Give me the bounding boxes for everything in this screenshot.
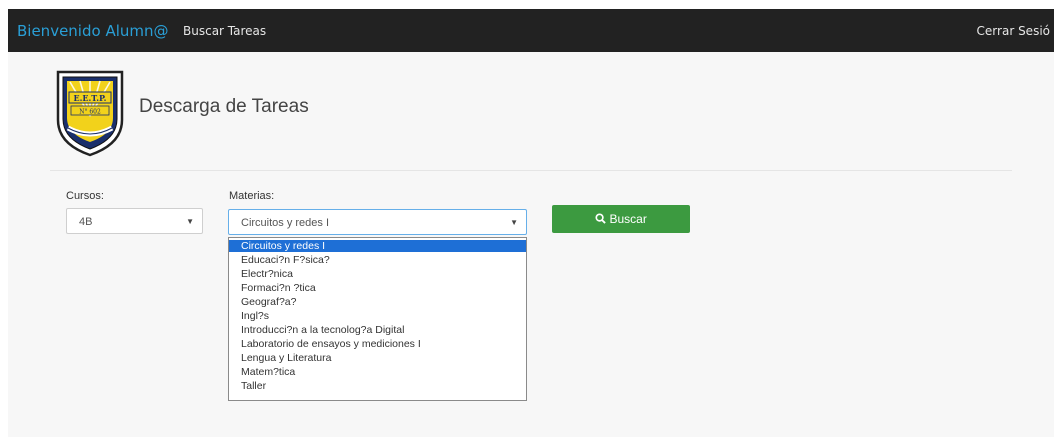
top-strip: [0, 0, 1054, 9]
main-content: E.E.T.P. N° 602 Descarga de Tareas Curso…: [8, 52, 1054, 437]
chevron-down-icon: ▼: [510, 218, 518, 227]
dropdown-option[interactable]: Geograf?a?: [229, 296, 526, 308]
materias-dropdown-list: Circuitos y redes I Educaci?n F?sica? El…: [228, 237, 527, 401]
dropdown-option[interactable]: Matem?tica: [229, 366, 526, 378]
logo-text-school: E.E.T.P.: [74, 93, 107, 103]
materias-label: Materias:: [229, 190, 275, 202]
divider: [50, 170, 1012, 171]
dropdown-option[interactable]: Taller: [229, 380, 526, 392]
search-icon: [595, 213, 606, 224]
search-button[interactable]: Buscar: [552, 205, 690, 233]
dropdown-option[interactable]: Circuitos y redes I: [229, 240, 526, 252]
page-title: Descarga de Tareas: [139, 96, 309, 117]
navbar: Bienvenido Alumn@ Buscar Tareas Cerrar S…: [8, 9, 1054, 52]
dropdown-option[interactable]: Electr?nica: [229, 268, 526, 280]
dropdown-option[interactable]: Introducci?n a la tecnolog?a Digital: [229, 324, 526, 336]
search-button-label: Buscar: [609, 212, 647, 226]
brand-link[interactable]: Bienvenido Alumn@: [17, 22, 169, 40]
materias-select[interactable]: Circuitos y redes I ▼: [228, 209, 527, 235]
nav-link-buscar-tareas[interactable]: Buscar Tareas: [183, 24, 266, 38]
dropdown-option[interactable]: Laboratorio de ensayos y mediciones I: [229, 338, 526, 350]
school-logo: E.E.T.P. N° 602: [56, 70, 124, 157]
cursos-select-value: 4B: [79, 216, 93, 228]
logout-link[interactable]: Cerrar Sesió: [977, 24, 1050, 38]
chevron-down-icon: ▼: [186, 217, 194, 226]
materias-select-value: Circuitos y redes I: [241, 217, 330, 229]
cursos-label: Cursos:: [66, 190, 104, 202]
dropdown-option[interactable]: Formaci?n ?tica: [229, 282, 526, 294]
dropdown-option[interactable]: Lengua y Literatura: [229, 352, 526, 364]
dropdown-option[interactable]: Educaci?n F?sica?: [229, 254, 526, 266]
logo-text-number: N° 602: [79, 109, 101, 116]
cursos-select[interactable]: 4B ▼: [66, 208, 203, 234]
dropdown-option[interactable]: Ingl?s: [229, 310, 526, 322]
